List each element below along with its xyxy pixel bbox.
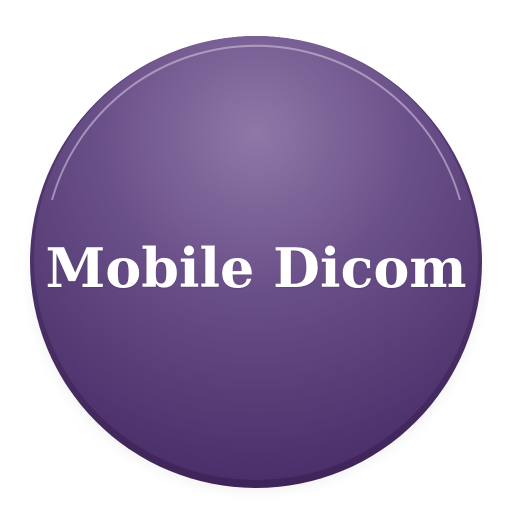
app-icon-label: Mobile Dicom xyxy=(45,236,467,300)
app-icon[interactable]: Mobile Dicom xyxy=(0,0,512,512)
app-icon-canvas: Mobile Dicom xyxy=(0,0,512,512)
